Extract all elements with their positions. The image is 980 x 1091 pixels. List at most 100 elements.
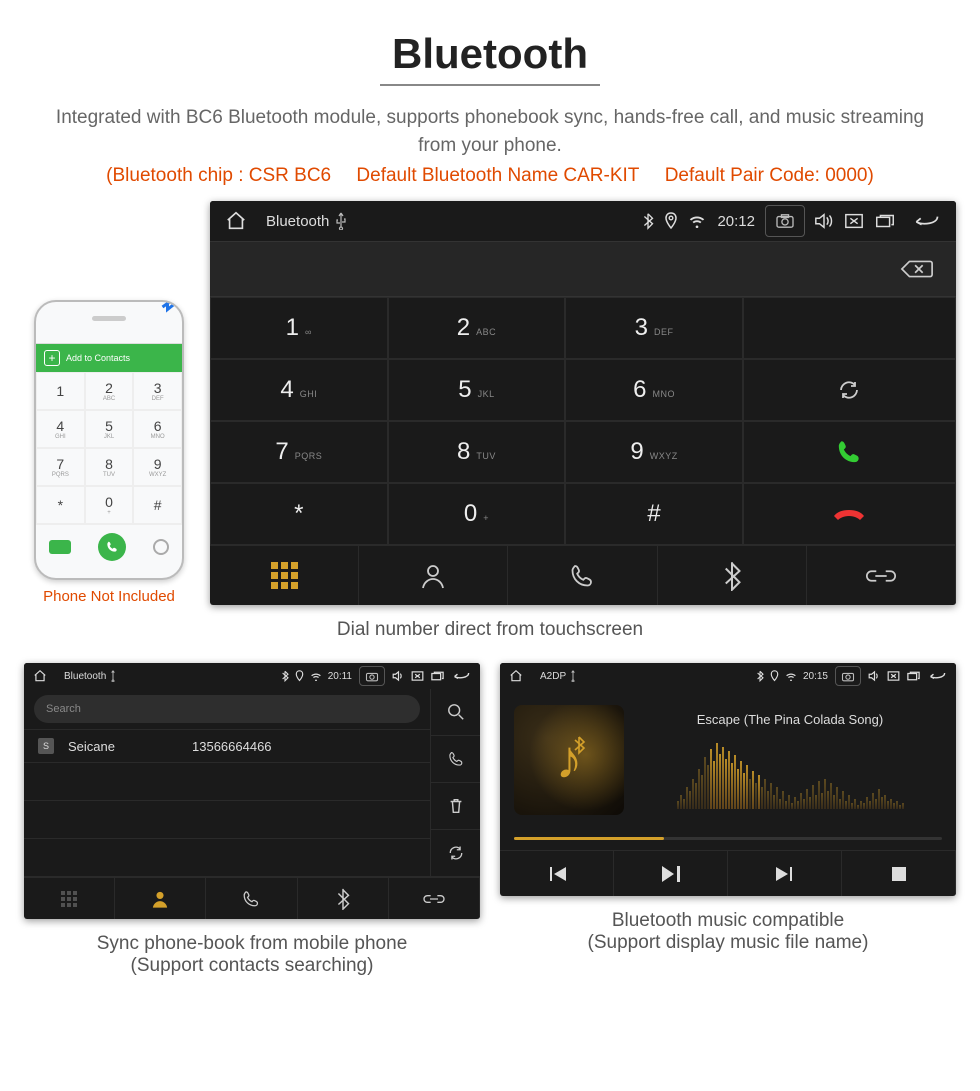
hangup-action[interactable] xyxy=(743,483,956,545)
dial-key-#[interactable]: # xyxy=(565,483,743,545)
home-icon[interactable] xyxy=(509,669,523,683)
call-action[interactable] xyxy=(743,421,956,483)
volume-icon[interactable] xyxy=(814,212,834,230)
screenshot-icon[interactable] xyxy=(835,666,861,686)
bluetooth-icon xyxy=(281,670,289,682)
phone-key: 3DEF xyxy=(133,372,182,410)
backspace-action xyxy=(743,297,956,359)
tab-contacts[interactable] xyxy=(359,546,508,605)
close-window-icon[interactable] xyxy=(844,212,864,230)
status-time: 20:12 xyxy=(717,213,755,230)
keypad-icon xyxy=(271,562,298,589)
phone-key: 0+ xyxy=(85,486,134,524)
contact-row-empty xyxy=(24,839,430,877)
person-icon xyxy=(419,562,447,590)
tab-contacts[interactable] xyxy=(115,878,206,919)
dial-key-2[interactable]: 2ABC xyxy=(388,297,566,359)
dialer-caption: Dial number direct from touchscreen xyxy=(0,619,980,641)
sync-button[interactable] xyxy=(431,830,480,877)
home-icon[interactable] xyxy=(33,669,47,683)
status-bar: Bluetooth 20:12 xyxy=(210,201,956,241)
home-icon[interactable] xyxy=(225,210,247,232)
usb-icon xyxy=(109,670,117,682)
dial-key-9[interactable]: 9WXYZ xyxy=(565,421,743,483)
tab-pair[interactable] xyxy=(807,546,956,605)
page-title: Bluetooth xyxy=(0,30,980,78)
volume-icon[interactable] xyxy=(868,670,881,682)
back-icon[interactable] xyxy=(451,670,471,682)
screenshot-icon[interactable] xyxy=(765,205,805,237)
status-time: 20:15 xyxy=(803,671,828,682)
status-title: Bluetooth xyxy=(64,671,106,682)
dial-key-1[interactable]: 1∞ xyxy=(210,297,388,359)
sync-action[interactable] xyxy=(743,359,956,421)
page-description: Integrated with BC6 Bluetooth module, su… xyxy=(0,104,980,159)
bluetooth-signal-icon xyxy=(150,300,184,322)
next-button[interactable] xyxy=(728,851,842,896)
play-pause-button[interactable] xyxy=(614,851,728,896)
status-title: Bluetooth xyxy=(266,213,329,230)
delete-button[interactable] xyxy=(431,783,480,830)
tab-bluetooth[interactable] xyxy=(298,878,389,919)
phone-key: 2ABC xyxy=(85,372,134,410)
search-input[interactable]: Search xyxy=(34,695,420,723)
phone-not-included: Phone Not Included xyxy=(24,588,194,605)
wifi-icon xyxy=(310,672,322,681)
contact-badge: S xyxy=(38,738,54,754)
phone-key: 4GHI xyxy=(36,410,85,448)
dial-key-5[interactable]: 5JKL xyxy=(388,359,566,421)
title-underline xyxy=(380,84,600,86)
phone-key: * xyxy=(36,486,85,524)
dial-key-*[interactable]: * xyxy=(210,483,388,545)
volume-icon[interactable] xyxy=(392,670,405,682)
dial-key-8[interactable]: 8TUV xyxy=(388,421,566,483)
recent-apps-icon[interactable] xyxy=(874,212,896,230)
dial-key-4[interactable]: 4GHI xyxy=(210,359,388,421)
usb-icon xyxy=(569,670,577,682)
voicemail-icon xyxy=(153,539,169,555)
phone-key: 1 xyxy=(36,372,85,410)
location-icon xyxy=(664,212,678,230)
contact-row[interactable]: S Seicane 13566664466 xyxy=(24,730,430,763)
contacts-footer xyxy=(24,877,480,919)
screenshot-icon[interactable] xyxy=(359,666,385,686)
phone-key: 8TUV xyxy=(85,448,134,486)
call-button[interactable] xyxy=(431,736,480,783)
sms-icon xyxy=(49,540,71,554)
music-controls xyxy=(500,850,956,896)
link-icon xyxy=(864,564,898,588)
close-window-icon[interactable] xyxy=(411,670,424,682)
tab-pair[interactable] xyxy=(389,878,480,919)
dial-key-7[interactable]: 7PQRS xyxy=(210,421,388,483)
recent-apps-icon[interactable] xyxy=(430,670,445,682)
bluetooth-icon xyxy=(642,212,654,230)
tab-bluetooth[interactable] xyxy=(658,546,807,605)
dial-key-0[interactable]: 0+ xyxy=(388,483,566,545)
search-button[interactable] xyxy=(431,689,480,736)
tab-keypad[interactable] xyxy=(24,878,115,919)
phone-mock: + Add to Contacts 12ABC3DEF4GHI5JKL6MNO7… xyxy=(34,300,184,580)
phone-key: 5JKL xyxy=(85,410,134,448)
dial-grid: 1∞2ABC3DEF 4GHI5JKL6MNO 7PQRS8TUV9WXYZ *0+# xyxy=(210,297,956,545)
page-spec: (Bluetooth chip : CSR BC6 Default Blueto… xyxy=(0,165,980,187)
dial-key-3[interactable]: 3DEF xyxy=(565,297,743,359)
bluetooth-badge-icon xyxy=(572,735,586,755)
close-window-icon[interactable] xyxy=(887,670,900,682)
recent-apps-icon[interactable] xyxy=(906,670,921,682)
spec-code: Default Pair Code: 0000) xyxy=(665,165,874,186)
phone-key: 7PQRS xyxy=(36,448,85,486)
dial-key-6[interactable]: 6MNO xyxy=(565,359,743,421)
stop-button[interactable] xyxy=(842,851,956,896)
bluetooth-icon xyxy=(756,670,764,682)
tab-recent[interactable] xyxy=(206,878,297,919)
tab-keypad[interactable] xyxy=(210,546,359,605)
contact-row-empty xyxy=(24,763,430,801)
back-icon[interactable] xyxy=(927,670,947,682)
album-art: ♪ xyxy=(514,705,624,815)
back-icon[interactable] xyxy=(911,212,941,230)
person-icon xyxy=(150,889,170,909)
progress-bar[interactable] xyxy=(514,837,942,840)
prev-button[interactable] xyxy=(500,851,614,896)
tab-recent[interactable] xyxy=(508,546,657,605)
backspace-icon[interactable] xyxy=(900,257,934,281)
